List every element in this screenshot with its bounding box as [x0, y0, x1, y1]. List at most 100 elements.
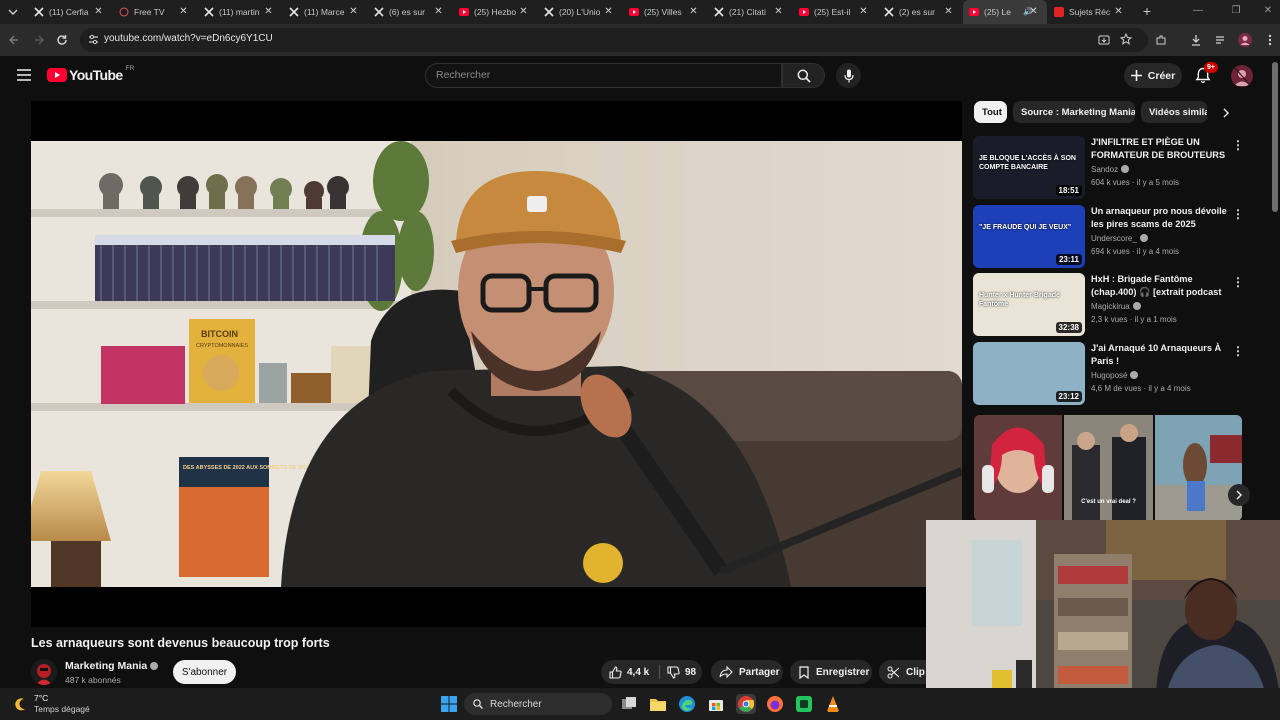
- hamburger-menu-icon[interactable]: [17, 69, 31, 81]
- account-avatar[interactable]: [1231, 65, 1253, 87]
- clip-button[interactable]: Clip: [879, 660, 927, 684]
- recommendation-item[interactable]: Hunter x Hunter Brigade Fantôme 32:38 HxH …: [973, 273, 1253, 337]
- dislike-button[interactable]: 98: [661, 660, 702, 684]
- channel-avatar[interactable]: [31, 659, 57, 685]
- video-thumbnail[interactable]: 23:12: [973, 342, 1085, 405]
- vlc-icon[interactable]: [824, 695, 842, 713]
- close-tab-icon[interactable]: ✕: [943, 6, 954, 17]
- video-thumbnail[interactable]: JE BLOQUE L'ACCÈS À SON COMPTE BANCAIRE 1…: [973, 136, 1085, 199]
- video-thumbnail[interactable]: Hunter x Hunter Brigade Fantôme 32:38: [973, 273, 1085, 336]
- chips-next-button[interactable]: [1212, 104, 1240, 122]
- shorts-next-button[interactable]: [1228, 484, 1250, 506]
- like-button[interactable]: 4,4 k: [601, 660, 659, 684]
- video-thumbnail[interactable]: "JE FRAUDE QUI JE VEUX" 23:11: [973, 205, 1085, 268]
- save-button[interactable]: Enregistrer: [790, 660, 872, 684]
- channel-name[interactable]: Marketing Mania: [65, 660, 159, 672]
- edge-browser-icon[interactable]: [678, 695, 696, 713]
- profile-avatar-icon[interactable]: [1237, 32, 1253, 48]
- browser-tab[interactable]: (25) Est-il ✕: [793, 0, 877, 24]
- close-window-button[interactable]: ✕: [1260, 4, 1276, 18]
- share-label: Partager: [739, 666, 780, 678]
- browser-tab[interactable]: (11) Marce ✕: [283, 0, 367, 24]
- notifications-button[interactable]: 9+: [1195, 62, 1218, 84]
- red-square-icon: [1054, 7, 1064, 17]
- webcam-image: [926, 520, 1280, 696]
- app-green-icon[interactable]: [795, 695, 813, 713]
- short-thumbnail-3[interactable]: [1155, 415, 1242, 521]
- bookmark-star-icon[interactable]: [1120, 33, 1132, 45]
- recommendation-title: Un arnaqueur pro nous dévoile les pires …: [1091, 206, 1227, 229]
- weather-icon[interactable]: [12, 696, 28, 712]
- browser-tab[interactable]: (20) L'Unio ✕: [538, 0, 622, 24]
- subscribe-button[interactable]: S'abonner: [173, 660, 236, 684]
- close-tab-icon[interactable]: ✕: [178, 6, 189, 17]
- close-tab-icon[interactable]: ✕: [603, 6, 614, 17]
- recommendation-item[interactable]: 23:12 J'ai Arnaqué 10 Arnaqueurs À Paris …: [973, 342, 1253, 406]
- close-tab-icon[interactable]: ✕: [858, 6, 869, 17]
- browser-tab[interactable]: (21) Citati ✕: [708, 0, 792, 24]
- tab-search-dropdown-icon[interactable]: [4, 4, 22, 20]
- back-button[interactable]: [6, 32, 22, 48]
- forward-button[interactable]: [31, 32, 47, 48]
- create-button[interactable]: Créer: [1124, 63, 1182, 88]
- recommendation-item[interactable]: JE BLOQUE L'ACCÈS À SON COMPTE BANCAIRE 1…: [973, 136, 1253, 200]
- search-button[interactable]: [782, 63, 825, 88]
- new-tab-button[interactable]: +: [1139, 3, 1155, 19]
- chip-source-channel[interactable]: Source : Marketing Mania: [1013, 101, 1135, 123]
- taskbar-search[interactable]: Rechercher: [464, 693, 612, 715]
- more-options-icon[interactable]: ⋮: [1232, 139, 1244, 153]
- shorts-shelf: C'est un vrai deal ?: [974, 415, 1242, 521]
- browser-tab[interactable]: (11) Cerfia ✕: [28, 0, 112, 24]
- search-icon: [473, 699, 483, 709]
- extensions-icon[interactable]: [1153, 32, 1169, 48]
- tab-groups-icon[interactable]: [1212, 32, 1228, 48]
- browser-tab[interactable]: (2) es sur ✕: [878, 0, 962, 24]
- recommendation-channel-name: Sandoz: [1091, 165, 1119, 174]
- more-options-icon[interactable]: ⋮: [1232, 276, 1244, 290]
- close-tab-icon[interactable]: ✕: [93, 6, 104, 17]
- downloads-icon[interactable]: [1188, 32, 1204, 48]
- close-tab-icon[interactable]: ✕: [1028, 6, 1039, 17]
- share-button[interactable]: Partager: [711, 660, 783, 684]
- recommendation-item[interactable]: "JE FRAUDE QUI JE VEUX" 23:11 Un arnaqueur…: [973, 205, 1253, 269]
- search-input[interactable]: Rechercher: [425, 63, 782, 88]
- task-view-icon[interactable]: [620, 695, 638, 713]
- browser-tab[interactable]: Sujets Réc ✕: [1048, 0, 1132, 24]
- youtube-logo[interactable]: YouTube FR: [47, 65, 134, 83]
- address-bar[interactable]: youtube.com/watch?v=eDn6cy6Y1CU: [80, 28, 1148, 52]
- windows-start-icon[interactable]: [440, 695, 458, 713]
- video-player[interactable]: BITCOIN CRYPTOMONNAIES DES ABYSSES DE 20…: [31, 101, 962, 627]
- browser-tab[interactable]: (6) es sur ✕: [368, 0, 452, 24]
- browser-tab[interactable]: (11) martin ✕: [198, 0, 282, 24]
- voice-search-button[interactable]: [836, 63, 861, 88]
- browser-tab[interactable]: (25) Le 🔊 ✕: [963, 0, 1047, 24]
- page-scrollbar[interactable]: [1272, 62, 1278, 212]
- short-thumbnail-1[interactable]: [974, 415, 1062, 521]
- microsoft-store-icon[interactable]: [707, 695, 725, 713]
- firefox-icon[interactable]: [766, 695, 784, 713]
- browser-menu-icon[interactable]: [1262, 32, 1278, 48]
- close-tab-icon[interactable]: ✕: [1113, 6, 1124, 17]
- minimize-button[interactable]: —: [1190, 4, 1206, 18]
- close-tab-icon[interactable]: ✕: [688, 6, 699, 17]
- browser-tab[interactable]: Free TV ✕: [113, 0, 197, 24]
- close-tab-icon[interactable]: ✕: [773, 6, 784, 17]
- file-explorer-icon[interactable]: [649, 695, 667, 713]
- site-info-icon[interactable]: [88, 34, 99, 45]
- chip-related[interactable]: Vidéos similaires: [1141, 101, 1207, 123]
- close-tab-icon[interactable]: ✕: [433, 6, 444, 17]
- maximize-button[interactable]: ❐: [1228, 4, 1244, 18]
- scissors-icon: [887, 666, 900, 678]
- chip-all[interactable]: Tout: [974, 101, 1007, 123]
- chrome-icon[interactable]: [736, 694, 756, 714]
- close-tab-icon[interactable]: ✕: [348, 6, 359, 17]
- more-options-icon[interactable]: ⋮: [1232, 208, 1244, 222]
- more-options-icon[interactable]: ⋮: [1232, 345, 1244, 359]
- short-thumbnail-2[interactable]: C'est un vrai deal ?: [1064, 415, 1153, 521]
- browser-tab[interactable]: (25) Hezbo ✕: [453, 0, 537, 24]
- close-tab-icon[interactable]: ✕: [263, 6, 274, 17]
- reload-button[interactable]: [54, 32, 70, 48]
- install-app-icon[interactable]: [1098, 34, 1110, 46]
- close-tab-icon[interactable]: ✕: [518, 6, 529, 17]
- browser-tab[interactable]: (25) Villes ✕: [623, 0, 707, 24]
